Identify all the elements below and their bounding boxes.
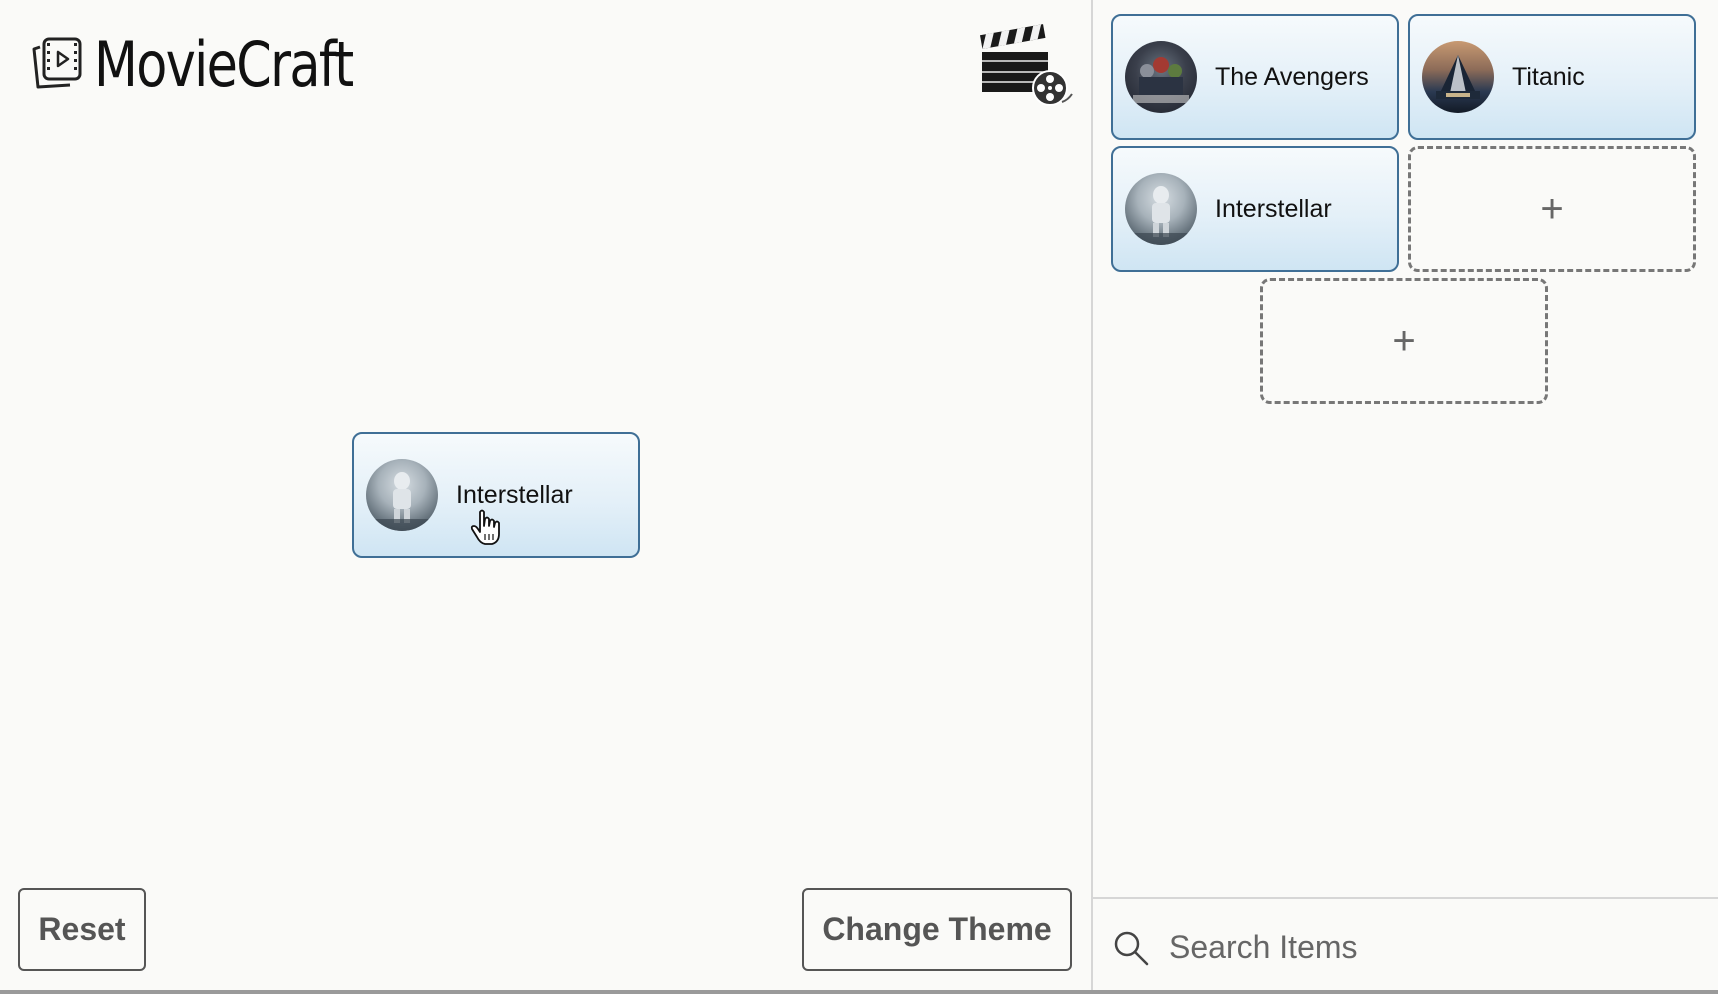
search-icon: [1114, 931, 1149, 965]
reset-button[interactable]: Reset: [18, 888, 146, 971]
sidebar-item-list: The Avengers Titanic Interstellar + + Se…: [1091, 0, 1718, 994]
movie-poster-thumbnail: [1422, 41, 1494, 113]
app-title: MovieCraft: [94, 28, 354, 101]
plus-icon: +: [1540, 186, 1564, 231]
search-bar: [1093, 897, 1718, 994]
workspace-canvas[interactable]: MovieCraft Interstellar Reset Change The…: [0, 0, 1091, 994]
film-icon: [32, 37, 82, 89]
clapperboard-icon: [980, 24, 1073, 106]
heroes-icon: [1133, 57, 1189, 103]
card-label: The Avengers: [1215, 62, 1369, 91]
change-theme-button[interactable]: Change Theme: [802, 888, 1072, 971]
sidebar-item-titanic[interactable]: Titanic: [1408, 14, 1696, 140]
ship-icon: [1436, 55, 1480, 99]
app-root: MovieCraft Interstellar Reset Change The…: [0, 0, 1718, 994]
movie-poster-thumbnail: [366, 459, 438, 531]
workspace-item-card[interactable]: Interstellar: [352, 432, 640, 558]
sidebar-item-the-avengers[interactable]: The Avengers: [1111, 14, 1399, 140]
card-label: Interstellar: [1215, 194, 1332, 223]
add-item-slot[interactable]: +: [1408, 146, 1696, 272]
card-label: Interstellar: [456, 480, 573, 509]
card-label: Titanic: [1512, 62, 1585, 91]
search-input[interactable]: [1167, 928, 1671, 967]
sidebar-item-interstellar[interactable]: Interstellar: [1111, 146, 1399, 272]
movie-poster-thumbnail: [1125, 41, 1197, 113]
astronaut-icon: [1125, 186, 1197, 245]
plus-icon: +: [1392, 318, 1416, 363]
app-logo: MovieCraft: [30, 30, 409, 100]
add-item-slot[interactable]: +: [1260, 278, 1548, 404]
movie-poster-thumbnail: [1125, 173, 1197, 245]
window-bottom-border: [0, 990, 1718, 994]
astronaut-icon: [366, 472, 438, 531]
